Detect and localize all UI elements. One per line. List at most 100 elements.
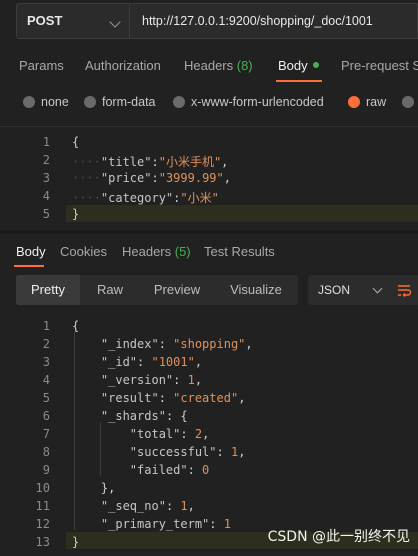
code-line: } <box>72 535 80 549</box>
line-number: 3 <box>42 171 50 185</box>
view-preview-button[interactable]: Preview <box>140 275 214 305</box>
code-line: }, <box>100 481 116 495</box>
radio-circle-icon <box>84 96 96 108</box>
watermark: CSDN @此一别终不见 <box>267 529 410 545</box>
line-number: 4 <box>42 373 50 387</box>
radio-none[interactable]: none <box>23 95 69 109</box>
line-number: 5 <box>42 207 50 221</box>
json-key: "_shards" <box>100 409 166 423</box>
current-line-highlight <box>66 205 418 222</box>
radio-selected-icon <box>348 96 360 108</box>
radio-urlencoded-label: x-www-form-urlencoded <box>191 95 324 109</box>
line-number: 12 <box>35 517 50 531</box>
json-key: "_index" <box>100 337 159 351</box>
code-line: ····"price":"3999.99", <box>72 171 231 185</box>
response-tab-body-label: Body <box>16 244 46 259</box>
json-value: 0 <box>202 463 210 477</box>
response-tab-cookies-label: Cookies <box>60 244 107 259</box>
code-line: } <box>72 207 80 221</box>
tab-headers[interactable]: Headers (8) <box>184 58 253 73</box>
radio-x-www-form-urlencoded[interactable]: x-www-form-urlencoded <box>173 95 324 109</box>
code-line: ····"category":"小米" <box>72 191 219 205</box>
method-label: POST <box>27 13 63 28</box>
code-line: "total": 2, <box>129 427 210 441</box>
json-value: "created" <box>173 391 239 405</box>
radio-circle-icon <box>173 96 185 108</box>
json-value: "shopping" <box>173 337 246 351</box>
json-key: "_id" <box>100 355 138 369</box>
body-indicator-dot-icon <box>312 62 319 68</box>
line-number: 2 <box>42 153 50 167</box>
response-format-label: JSON <box>318 283 351 297</box>
view-preview-label: Preview <box>153 282 201 297</box>
radio-binary[interactable] <box>402 95 418 109</box>
view-visualize-button[interactable]: Visualize <box>214 275 298 305</box>
json-key: "result" <box>100 391 159 405</box>
wrap-lines-icon <box>398 285 412 297</box>
headers-count-badge: (8) <box>236 58 253 73</box>
tab-body-label: Body <box>278 58 308 73</box>
json-key: "category" <box>100 191 174 205</box>
json-key: "total" <box>129 427 181 441</box>
chevron-down-icon <box>372 283 383 294</box>
method-dropdown[interactable]: POST <box>16 3 130 39</box>
tab-params-label: Params <box>19 58 64 73</box>
response-tab-cookies[interactable]: Cookies <box>60 244 107 259</box>
radio-raw[interactable]: raw <box>348 95 386 109</box>
json-value: 1 <box>223 517 231 531</box>
view-pretty-button[interactable]: Pretty <box>16 275 80 305</box>
line-number: 6 <box>42 409 50 423</box>
tab-params[interactable]: Params <box>19 58 64 73</box>
json-key: "_seq_no" <box>100 499 166 513</box>
code-line: "_seq_no": 1, <box>100 499 195 513</box>
tab-body[interactable]: Body <box>278 58 319 73</box>
response-tab-test-results[interactable]: Test Results <box>204 244 275 259</box>
response-format-select[interactable]: JSON <box>308 275 398 305</box>
response-active-tab-underline <box>14 265 44 267</box>
view-raw-button[interactable]: Raw <box>80 275 140 305</box>
json-key: "successful" <box>129 445 217 459</box>
line-number: 1 <box>42 135 50 149</box>
body-type-options: none form-data x-www-form-urlencoded raw <box>0 92 418 112</box>
code-line: "failed": 0 <box>129 463 210 477</box>
view-raw-label: Raw <box>96 282 123 297</box>
view-pretty-label: Pretty <box>31 282 65 297</box>
json-key: "_primary_term" <box>100 517 210 531</box>
line-number: 4 <box>42 189 50 203</box>
view-visualize-label: Visualize <box>230 282 282 297</box>
code-line: "result": "created", <box>100 391 246 405</box>
line-number: 8 <box>42 445 50 459</box>
code-line: "_primary_term": 1 <box>100 517 231 531</box>
code-line: "successful": 1, <box>129 445 246 459</box>
response-tab-body[interactable]: Body <box>16 244 46 259</box>
json-key: "price" <box>100 171 152 185</box>
code-line: "_id": "1001", <box>100 355 203 369</box>
tab-pre-request-script[interactable]: Pre-request S <box>341 58 418 73</box>
line-number: 9 <box>42 463 50 477</box>
radio-form-data[interactable]: form-data <box>84 95 156 109</box>
line-number: 1 <box>42 319 50 333</box>
response-body-viewer[interactable]: 1 2 3 4 5 6 7 8 9 10 11 12 13 { "_index"… <box>0 310 418 556</box>
response-tab-headers-label: Headers <box>122 244 175 259</box>
code-line: ····"title":"小米手机", <box>72 155 229 169</box>
tab-pre-request-label: Pre-request S <box>341 58 418 73</box>
code-line: { <box>72 319 80 333</box>
response-tabs: Body Cookies Headers (5) Test Results <box>0 244 418 268</box>
code-line: "_shards": { <box>100 409 188 423</box>
url-input[interactable]: http://127.0.0.1:9200/shopping/_doc/1001 <box>130 3 418 39</box>
tab-headers-label: Headers <box>184 58 237 73</box>
response-toolbar: Pretty Raw Preview Visualize JSON <box>16 275 418 307</box>
request-tabs: Params Authorization Headers (8) Body Pr… <box>0 52 418 82</box>
code-line: { <box>72 135 80 149</box>
wrap-lines-button[interactable] <box>390 275 418 305</box>
line-number: 11 <box>35 499 50 513</box>
pane-divider[interactable] <box>0 230 418 234</box>
response-tab-headers[interactable]: Headers (5) <box>122 244 191 259</box>
tab-authorization[interactable]: Authorization <box>85 58 161 73</box>
radio-form-data-label: form-data <box>102 95 156 109</box>
line-number: 7 <box>42 427 50 441</box>
request-body-editor[interactable]: 1 2 3 4 5 { ····"title":"小米手机", ····"pri… <box>0 126 418 228</box>
json-value: "1001" <box>151 355 195 369</box>
json-value: 2 <box>194 427 203 441</box>
json-value: 1 <box>187 373 195 387</box>
